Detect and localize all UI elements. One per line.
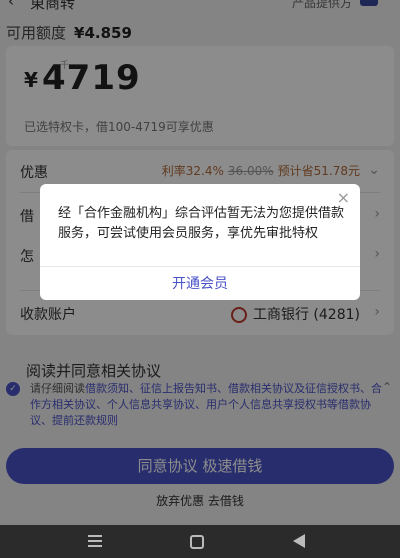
system-navigation-bar — [0, 525, 400, 558]
open-membership-button[interactable]: 开通会员 — [40, 268, 360, 300]
menu-icon[interactable] — [88, 535, 102, 547]
back-triangle-icon[interactable] — [293, 534, 305, 548]
dialog-divider — [40, 266, 360, 267]
dialog-message: 经「合作金融机构」综合评估暂无法为您提供借款服务，可尝试使用会员服务，享优先审批… — [58, 206, 345, 241]
membership-dialog: × 经「合作金融机构」综合评估暂无法为您提供借款服务，可尝试使用会员服务，享优先… — [40, 184, 360, 300]
home-icon[interactable] — [190, 535, 204, 549]
